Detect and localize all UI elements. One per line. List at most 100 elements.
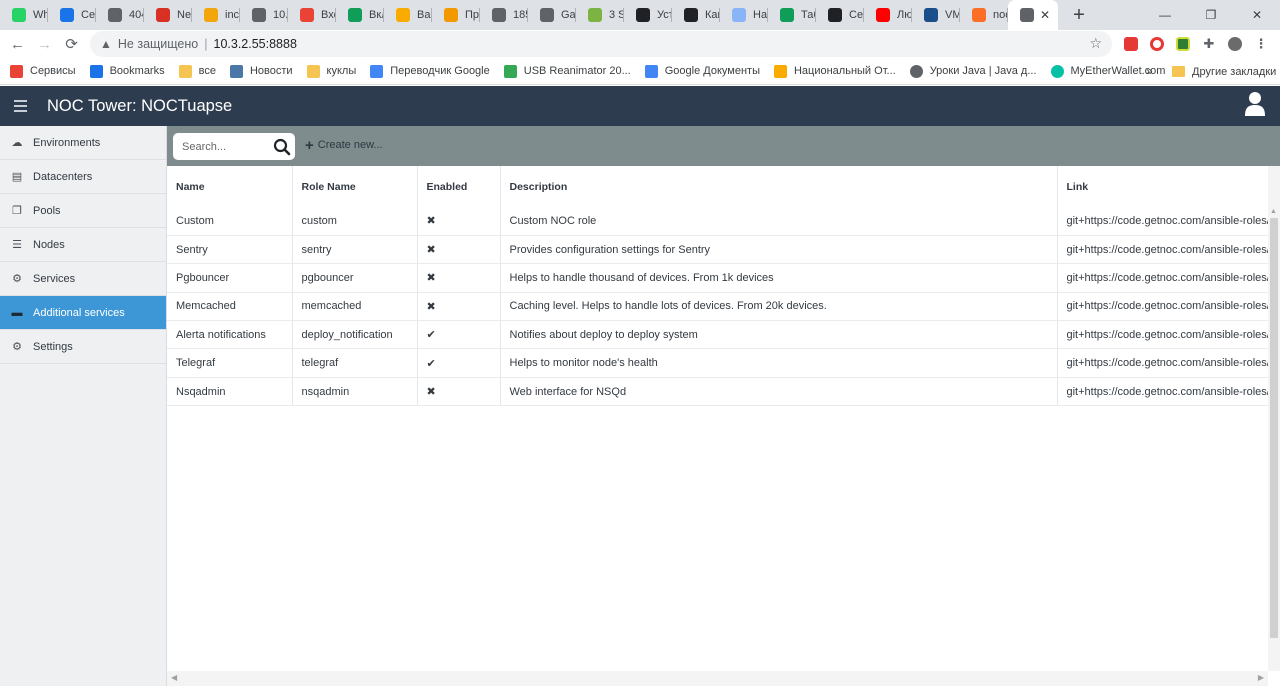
sidebar-item-settings[interactable]: ⚙ Settings — [0, 330, 166, 364]
close-window-button[interactable]: ✕ — [1234, 0, 1280, 30]
browser-tab[interactable]: Wh — [0, 0, 48, 30]
vertical-scroll-thumb[interactable] — [1270, 218, 1278, 638]
column-header-role-name[interactable]: Role Name — [292, 166, 418, 207]
column-header-enabled[interactable]: Enabled — [417, 166, 501, 207]
extension-red-icon[interactable] — [1118, 30, 1144, 58]
bookmark-item[interactable]: USB Reanimator 20... — [503, 64, 631, 78]
app-title: NOC Tower: NOCTuapse — [47, 96, 233, 115]
browser-tab[interactable]: Вхо — [288, 0, 336, 30]
hamburger-menu-icon[interactable] — [0, 86, 40, 126]
cell-name: Pgbouncer — [167, 263, 293, 293]
scroll-right-icon[interactable]: ▶ — [1258, 673, 1264, 682]
new-tab-button[interactable]: + — [1064, 0, 1094, 30]
maximize-button[interactable]: ❐ — [1188, 0, 1234, 30]
create-new-button[interactable]: + Create new... — [305, 138, 383, 153]
search-input[interactable] — [173, 133, 268, 160]
reload-button[interactable]: ⟳ — [58, 30, 85, 58]
browser-tab[interactable]: 3 S — [576, 0, 624, 30]
table-row[interactable]: Custom custom ✖ Custom NOC role git+https://… — [167, 207, 1268, 236]
browser-tab[interactable]: ✕ — [1008, 0, 1058, 30]
vertical-scrollbar[interactable]: ▲ — [1268, 166, 1280, 671]
browser-tab[interactable]: Сер — [48, 0, 96, 30]
opera-icon[interactable] — [1144, 30, 1170, 58]
profile-avatar-icon[interactable] — [1222, 30, 1248, 58]
scroll-left-icon[interactable]: ◀ — [171, 673, 177, 682]
tab-title: 10. — [273, 9, 288, 21]
sheets-icon — [348, 8, 362, 22]
minimize-button[interactable]: — — [1142, 0, 1188, 30]
bookmark-item[interactable]: Bookmarks — [89, 64, 165, 78]
folder-icon: ▬ — [11, 306, 23, 319]
table-row[interactable]: Sentry sentry ✖ Provides configuration sett… — [167, 235, 1268, 265]
column-header-name[interactable]: Name — [167, 166, 293, 207]
bookmark-item[interactable]: Сервисы — [10, 64, 76, 78]
sidebar-item-pools[interactable]: ❐ Pools — [0, 194, 166, 228]
browser-tab[interactable]: Сег — [816, 0, 864, 30]
bookmark-item[interactable]: Google Документы — [644, 64, 760, 78]
scroll-up-icon[interactable]: ▲ — [1270, 208, 1277, 215]
puzzle-icon[interactable]: ✚ — [1196, 30, 1222, 58]
sidebar-item-datacenters[interactable]: ▤ Datacenters — [0, 160, 166, 194]
building-icon: ▤ — [11, 171, 23, 183]
sidebar-item-additional-services[interactable]: ▬ Additional services — [0, 296, 166, 330]
bookmarks-more-button[interactable]: » — [1146, 64, 1153, 78]
browser-tab[interactable]: Вкл — [336, 0, 384, 30]
mail-icon — [204, 8, 218, 22]
box-icon — [636, 8, 650, 22]
table-row[interactable]: Alerta notifications deploy_notification ✔… — [167, 320, 1268, 350]
search-icon[interactable] — [273, 138, 291, 156]
bookmark-item[interactable]: Переводчик Google — [370, 64, 490, 78]
back-button[interactable]: ← — [4, 30, 31, 58]
extension-green-icon[interactable] — [1170, 30, 1196, 58]
browser-tab[interactable]: Лю — [864, 0, 912, 30]
gitlab-icon — [972, 8, 986, 22]
browser-tab[interactable]: VM — [912, 0, 960, 30]
column-header-link[interactable]: Link — [1057, 166, 1268, 207]
browser-tab[interactable]: Уст — [624, 0, 672, 30]
browser-tab[interactable]: Вар — [384, 0, 432, 30]
bookmark-item[interactable]: куклы — [306, 64, 356, 78]
warning-icon[interactable]: ▲ — [100, 37, 112, 51]
pencil-icon — [396, 8, 410, 22]
sidebar-item-environments[interactable]: ☁ Environments — [0, 126, 166, 160]
url-text[interactable]: 10.3.2.55:8888 — [214, 37, 297, 51]
sidebar-item-nodes[interactable]: ☰ Nodes — [0, 228, 166, 262]
bookmark-item[interactable]: Национальный От... — [773, 64, 896, 78]
browser-tab[interactable]: 185 — [480, 0, 528, 30]
table-body: Custom custom ✖ Custom NOC role git+https://… — [167, 207, 1268, 407]
z-icon — [156, 8, 170, 22]
browser-tab[interactable]: inc — [192, 0, 240, 30]
other-bookmarks[interactable]: Другие закладки — [1172, 58, 1276, 85]
close-tab-icon[interactable]: ✕ — [1040, 8, 1050, 22]
bookmark-star-icon[interactable]: ☆ — [1089, 35, 1102, 52]
vk-icon — [229, 64, 243, 78]
browser-tab[interactable]: Net — [144, 0, 192, 30]
browser-tab[interactable]: 10. — [240, 0, 288, 30]
bookmark-item[interactable]: Новости — [229, 64, 293, 78]
browser-tab[interactable]: noc — [960, 0, 1008, 30]
column-header-description[interactable]: Description — [500, 166, 1058, 207]
user-icon[interactable] — [1244, 91, 1266, 117]
browser-tab[interactable]: Таб — [768, 0, 816, 30]
apps-icon — [10, 64, 23, 78]
browser-tab[interactable]: Про — [432, 0, 480, 30]
folder-icon — [306, 64, 320, 78]
omnibox[interactable]: ▲ Не защищено | 10.3.2.55:8888 ☆ — [90, 31, 1112, 57]
sidebar-item-services[interactable]: ⚙ Services — [0, 262, 166, 296]
bookmark-label: Переводчик Google — [390, 65, 490, 77]
browser-tab[interactable]: Как — [672, 0, 720, 30]
browser-tab[interactable]: 404 — [96, 0, 144, 30]
bookmark-item[interactable]: все — [178, 64, 216, 78]
browser-tab[interactable]: Нас — [720, 0, 768, 30]
cell-role-name: nsqadmin — [292, 377, 418, 407]
forward-button[interactable]: → — [31, 30, 58, 58]
horizontal-scrollbar[interactable]: ◀ ▶ — [167, 671, 1268, 686]
bookmark-item[interactable]: Уроки Java | Java д... — [909, 64, 1037, 78]
table-row[interactable]: Telegraf telegraf ✔ Helps to monitor node's… — [167, 348, 1268, 378]
table-row[interactable]: Pgbouncer pgbouncer ✖ Helps to handle thous… — [167, 263, 1268, 293]
table-row[interactable]: Memcached memcached ✖ Caching level. Helps … — [167, 292, 1268, 322]
browser-tab-strip: Wh Сер 404 Net inc 10. Вхо Вкл Вар Про 185 Gar 3 S Ус… — [0, 0, 1280, 30]
menu-dots-icon[interactable]: ⋮ — [1248, 30, 1274, 58]
browser-tab[interactable]: Gar — [528, 0, 576, 30]
table-row[interactable]: Nsqadmin nsqadmin ✖ Web interface for NSQd g… — [167, 377, 1268, 407]
